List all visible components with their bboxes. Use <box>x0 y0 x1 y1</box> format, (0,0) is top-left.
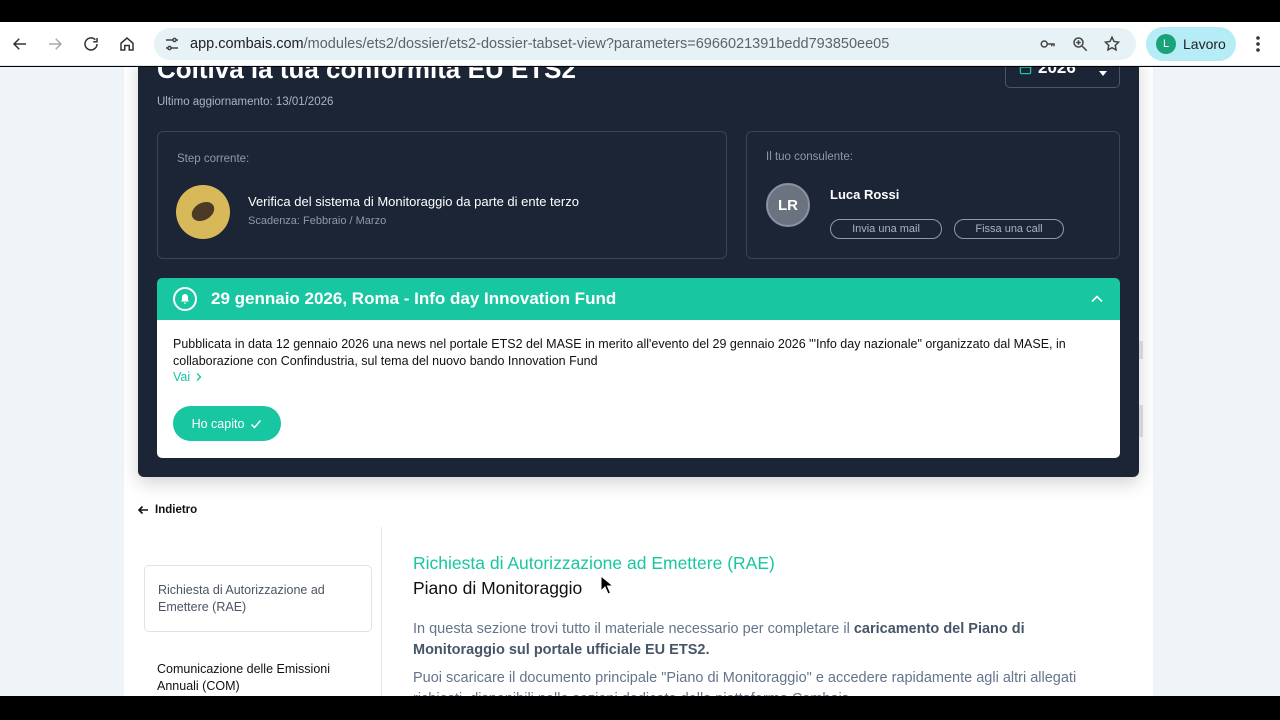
sidebar-item-com[interactable]: Comunicazione delle Emissioni Annuali (C… <box>157 661 367 695</box>
notice-go-label: Vai <box>173 370 191 384</box>
schedule-call-button[interactable]: Fissa una call <box>954 219 1064 239</box>
notice-text: Pubblicata in data 12 gennaio 2026 una n… <box>173 337 1066 368</box>
site-settings-icon[interactable] <box>164 36 180 52</box>
section-title: Piano di Monitoraggio <box>413 578 583 598</box>
reload-icon[interactable] <box>79 32 103 56</box>
step-label: Step corrente: <box>177 153 250 165</box>
bookmark-star-icon[interactable] <box>1103 35 1121 53</box>
sidebar-item-rae[interactable]: Richiesta di Autorizzazione ad Emettere … <box>144 565 372 632</box>
page-viewport: Coltiva la tua conformità EU ETS2 Ultimo… <box>0 67 1280 696</box>
bell-icon <box>173 287 197 311</box>
chevron-right-icon <box>196 373 202 381</box>
dossier-header-card: Coltiva la tua conformità EU ETS2 Ultimo… <box>138 67 1139 477</box>
back-link[interactable]: Indietro <box>137 504 197 516</box>
calendar-icon <box>1019 67 1032 75</box>
consultant-panel: Il tuo consulente: LR Luca Rossi Invia u… <box>746 131 1120 259</box>
step-title: Verifica del sistema di Monitoraggio da … <box>248 194 579 209</box>
consultant-avatar: LR <box>766 183 810 227</box>
check-icon <box>251 419 262 429</box>
key-icon[interactable] <box>1039 35 1057 53</box>
screen-top-bar <box>0 0 1280 22</box>
mouse-cursor-icon <box>600 575 614 595</box>
profile-avatar: L <box>1156 34 1176 54</box>
scrollbar-marker <box>1139 405 1143 437</box>
notice-title: 29 gennaio 2026, Roma - Info day Innovat… <box>211 289 617 308</box>
send-mail-button[interactable]: Invia una mail <box>830 219 942 239</box>
url-text: app.combais.com/modules/ets2/dossier/ets… <box>190 36 890 52</box>
home-icon[interactable] <box>115 32 139 56</box>
current-step-panel: Step corrente: Verifica del sistema di M… <box>157 131 727 259</box>
back-arrow-icon[interactable] <box>8 32 32 56</box>
zoom-icon[interactable] <box>1071 35 1089 53</box>
acknowledge-label: Ho capito <box>191 416 245 431</box>
forward-arrow-icon[interactable] <box>43 32 67 56</box>
year-value: 2026 <box>1038 67 1076 77</box>
screen-bottom-bar <box>0 696 1280 720</box>
coffee-bean-icon <box>176 185 230 239</box>
address-bar[interactable]: app.combais.com/modules/ets2/dossier/ets… <box>154 28 1136 60</box>
notice-header[interactable]: 29 gennaio 2026, Roma - Info day Innovat… <box>157 278 1120 320</box>
scrollbar-marker <box>1139 341 1143 359</box>
consultant-label: Il tuo consulente: <box>766 151 853 163</box>
arrow-left-icon <box>137 505 148 515</box>
section-intro: In questa sezione trovi tutto il materia… <box>413 621 1025 658</box>
back-label: Indietro <box>155 504 198 516</box>
browser-toolbar: app.combais.com/modules/ets2/dossier/ets… <box>0 22 1280 66</box>
menu-kebab-icon[interactable] <box>1250 33 1266 55</box>
notice-body: Pubblicata in data 12 gennaio 2026 una n… <box>157 320 1120 458</box>
section-paragraph: Puoi scaricare il documento principale "… <box>413 670 1077 696</box>
profile-chip[interactable]: L Lavoro <box>1146 27 1236 61</box>
year-select[interactable]: 2026 <box>1005 67 1120 88</box>
updown-chevron-icon <box>1099 71 1107 76</box>
consultant-name: Luca Rossi <box>830 187 900 202</box>
acknowledge-button[interactable]: Ho capito <box>173 406 281 441</box>
step-deadline: Scadenza: Febbraio / Marzo <box>248 215 387 227</box>
notice-go-link[interactable]: Vai <box>173 370 204 384</box>
sidebar-divider <box>381 527 382 696</box>
last-updated-text: Ultimo aggiornamento: 13/01/2026 <box>157 96 334 108</box>
chevron-up-icon[interactable] <box>1089 291 1105 307</box>
profile-name: Lavoro <box>1183 36 1226 52</box>
page-title: Coltiva la tua conformità EU ETS2 <box>157 67 576 84</box>
section-overline: Richiesta di Autorizzazione ad Emettere … <box>413 553 775 573</box>
